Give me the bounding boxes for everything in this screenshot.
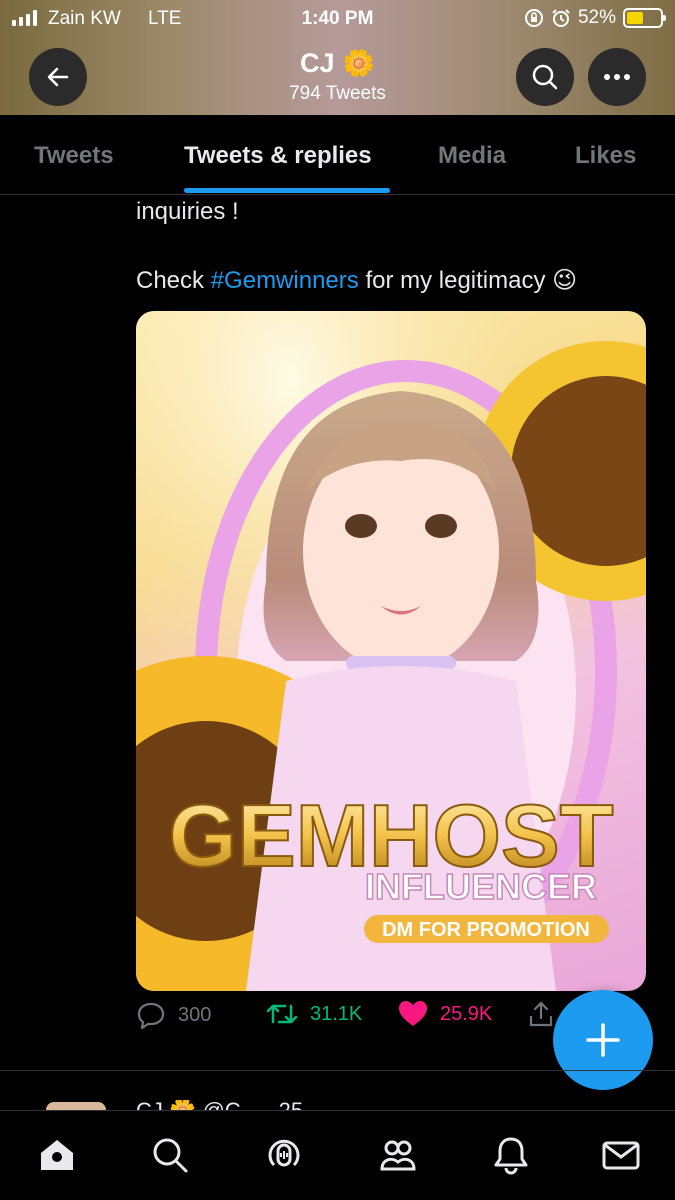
- tab-tweets-and-replies[interactable]: Tweets & replies: [184, 142, 372, 170]
- influencer-artwork: GEMHOST INFLUENCER DM FOR PROMOTION: [136, 311, 646, 991]
- media-badge: DM FOR PROMOTION: [382, 919, 590, 941]
- flower-emoji: 🌼: [342, 48, 375, 78]
- reply-icon: [137, 1002, 165, 1030]
- more-button[interactable]: [588, 48, 646, 106]
- nav-home[interactable]: [35, 1133, 79, 1177]
- tweet-text-segment: for my legitimacy: [365, 267, 546, 294]
- nav-explore[interactable]: [148, 1133, 192, 1177]
- home-icon: [41, 1140, 73, 1170]
- explore-icon: [153, 1138, 188, 1173]
- nav-messages[interactable]: [599, 1133, 643, 1177]
- battery-icon: [623, 8, 666, 28]
- profile-header: Zain KW LTE 1:40 PM 52% CJ 🌼 794 Tweets: [0, 0, 675, 115]
- tweet-text-line: Check #Gemwinners for my legitimacy 😉: [136, 266, 577, 295]
- compose-tweet-button[interactable]: [553, 990, 653, 1090]
- communities-icon: [380, 1140, 416, 1171]
- wink-emoji: 😉: [552, 267, 578, 294]
- like-button[interactable]: 25.9K: [398, 1000, 492, 1028]
- retweet-button[interactable]: 31.1K: [266, 1000, 362, 1028]
- messages-icon: [602, 1141, 640, 1170]
- heart-icon: [399, 1001, 427, 1026]
- active-tab-indicator: [184, 188, 390, 193]
- tweet-text-segment: Check: [136, 267, 205, 294]
- retweet-icon: [266, 1004, 298, 1024]
- spaces-icon: [268, 1139, 300, 1167]
- nav-notifications[interactable]: [489, 1133, 533, 1177]
- more-icon: [604, 74, 630, 80]
- tab-tweets[interactable]: Tweets: [34, 142, 114, 170]
- tweet-actions: 300 31.1K 25.9K: [136, 1000, 556, 1040]
- hashtag-link[interactable]: #Gemwinners: [211, 267, 359, 294]
- tweet-divider: [0, 1070, 675, 1071]
- share-button[interactable]: [528, 1000, 554, 1028]
- profile-name: CJ: [300, 48, 335, 78]
- battery-percent: 52%: [577, 7, 616, 28]
- reply-button[interactable]: 300: [136, 1000, 211, 1030]
- search-button[interactable]: [516, 48, 574, 106]
- like-count: 25.9K: [440, 1002, 493, 1025]
- share-icon: [529, 1001, 553, 1027]
- bottom-navigation: [0, 1110, 675, 1200]
- search-icon: [532, 64, 558, 90]
- nav-communities[interactable]: [376, 1133, 420, 1177]
- nav-spaces[interactable]: [262, 1133, 306, 1177]
- profile-tabs: Tweets Tweets & replies Media Likes: [0, 115, 675, 195]
- tab-media[interactable]: Media: [438, 142, 506, 170]
- reply-count: 300: [178, 1003, 212, 1026]
- notifications-icon: [494, 1137, 528, 1175]
- tweet-text-line: inquiries !: [136, 198, 239, 225]
- tweet-media-image[interactable]: GEMHOST INFLUENCER DM FOR PROMOTION: [136, 311, 646, 991]
- retweet-count: 31.1K: [310, 1002, 363, 1025]
- next-tweet-header: CJ 🌼 @C... · 25: [136, 1100, 516, 1110]
- tab-likes[interactable]: Likes: [575, 142, 636, 170]
- orientation-lock-icon: [524, 9, 543, 27]
- tweet-count: 794 Tweets: [289, 83, 386, 104]
- media-subtitle: INFLUENCER: [365, 866, 597, 907]
- plus-icon: [586, 1023, 620, 1057]
- next-tweet-avatar[interactable]: [46, 1102, 106, 1110]
- status-bar: Zain KW LTE 1:40 PM 52%: [0, 0, 675, 38]
- alarm-icon: [552, 9, 570, 27]
